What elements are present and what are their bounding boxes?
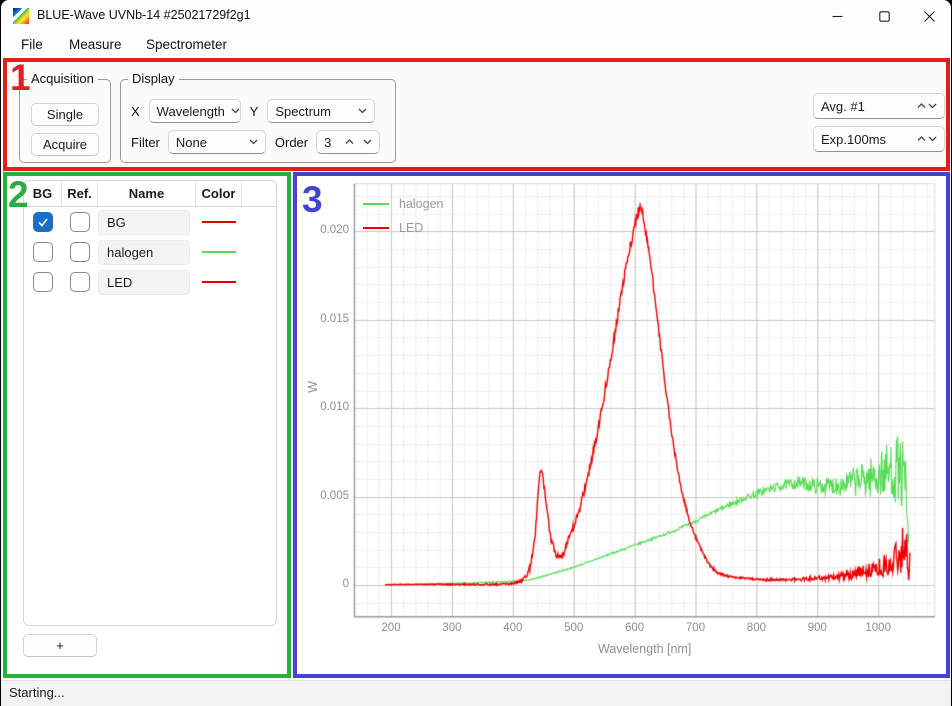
x-tick-label: 400	[493, 622, 533, 634]
x-tick-label: 1000	[858, 622, 898, 634]
close-button[interactable]	[906, 0, 951, 32]
header-ref: Ref.	[62, 181, 98, 206]
y-axis-label: Y	[250, 104, 259, 119]
chevron-up-icon	[917, 136, 926, 142]
minimize-icon	[832, 11, 843, 22]
y-tick-label: 0.005	[307, 490, 349, 502]
table-row: halogen	[24, 237, 276, 267]
ref-checkbox[interactable]	[70, 242, 90, 262]
chevron-down-icon	[928, 103, 937, 109]
filter-label: Filter	[131, 135, 160, 150]
y-tick-label: 0	[307, 578, 349, 590]
x-tick-label: 800	[736, 622, 776, 634]
bg-checkbox[interactable]	[33, 212, 53, 232]
annotation-number-2: 2	[8, 176, 29, 213]
chevron-down-icon	[363, 139, 372, 145]
table-row: BG	[24, 207, 276, 237]
legend-label: LED	[399, 221, 423, 235]
x-tick-label: 300	[432, 622, 472, 634]
order-stepper[interactable]: 3	[316, 130, 380, 154]
maximize-icon	[879, 11, 890, 22]
maximize-button[interactable]	[861, 0, 907, 32]
header-name: Name	[98, 181, 196, 206]
acquisition-group: Acquisition Single Acquire	[19, 79, 111, 163]
y-axis-select[interactable]: Spectrum	[267, 99, 375, 123]
name-field[interactable]: LED	[98, 270, 190, 295]
minimize-button[interactable]	[814, 0, 860, 32]
x-tick-label: 700	[676, 622, 716, 634]
menu-measure[interactable]: Measure	[65, 35, 126, 54]
name-field[interactable]: BG	[98, 210, 190, 235]
app-icon	[13, 8, 29, 24]
bg-checkbox[interactable]	[33, 272, 53, 292]
ref-checkbox[interactable]	[70, 212, 90, 232]
header-bg: BG	[24, 181, 62, 206]
acquire-button[interactable]: Acquire	[31, 133, 99, 156]
display-group: Display X Wavelength Y Spectrum Filter N…	[120, 79, 396, 163]
chevron-down-icon	[358, 108, 367, 114]
chevron-up-icon	[917, 103, 926, 109]
measurement-table: BG Ref. Name Color BG halogen LED	[23, 180, 277, 626]
close-icon	[924, 11, 935, 22]
ref-checkbox[interactable]	[70, 272, 90, 292]
x-axis-label: X	[131, 104, 140, 119]
legend-item: LED	[363, 216, 444, 240]
title-bar: BLUE-Wave UVNb-14 #25021729f2g1	[1, 0, 951, 32]
filter-select[interactable]: None	[168, 130, 266, 154]
region-acquisition-display: Acquisition Single Acquire Display X Wav…	[3, 58, 950, 171]
x-tick-label: 200	[371, 622, 411, 634]
trace-color-swatch[interactable]	[202, 281, 236, 283]
table-header: BG Ref. Name Color	[24, 181, 276, 207]
x-tick-label: 500	[554, 622, 594, 634]
status-bar: Starting...	[1, 680, 951, 706]
region-measurement-list: BG Ref. Name Color BG halogen LED	[3, 172, 291, 678]
name-field[interactable]: halogen	[98, 240, 190, 265]
app-window: BLUE-Wave UVNb-14 #25021729f2g1 File Mea…	[1, 0, 951, 706]
status-text: Starting...	[9, 685, 65, 700]
chevron-down-icon	[231, 108, 240, 114]
x-tick-label: 900	[797, 622, 837, 634]
trace-color-swatch[interactable]	[202, 221, 236, 223]
legend-swatch	[363, 203, 389, 205]
exposure-stepper[interactable]: Exp.100ms	[813, 126, 945, 152]
region-spectrum-chart: 00.0050.0100.0150.0202003004005006007008…	[293, 172, 950, 678]
display-group-label: Display	[128, 71, 179, 86]
legend-item: halogen	[363, 192, 444, 216]
single-button[interactable]: Single	[31, 103, 99, 126]
chevron-down-icon	[249, 139, 258, 145]
x-tick-label: 600	[615, 622, 655, 634]
averages-stepper[interactable]: Avg. #1	[813, 93, 945, 119]
annotation-number-3: 3	[302, 181, 323, 218]
y-tick-label: 0.015	[307, 313, 349, 325]
trace-color-swatch[interactable]	[202, 251, 236, 253]
y-axis-title: W	[306, 367, 320, 407]
chevron-up-icon	[345, 139, 354, 145]
menu-spectrometer[interactable]: Spectrometer	[142, 35, 231, 54]
legend-swatch	[363, 227, 389, 229]
legend-label: halogen	[399, 197, 444, 211]
check-icon	[37, 216, 49, 228]
annotation-number-1: 1	[10, 59, 31, 96]
menu-file[interactable]: File	[17, 35, 47, 54]
bg-checkbox[interactable]	[33, 242, 53, 262]
order-label: Order	[275, 135, 308, 150]
chart-legend: halogen LED	[363, 192, 444, 240]
x-axis-title: Wavelength [nm]	[545, 642, 745, 656]
header-color: Color	[196, 181, 242, 206]
x-axis-select[interactable]: Wavelength	[149, 99, 241, 123]
table-row: LED	[24, 267, 276, 297]
spectrum-plot[interactable]	[297, 176, 945, 674]
y-tick-label: 0.020	[307, 224, 349, 236]
menu-bar: File Measure Spectrometer	[1, 32, 951, 58]
acquisition-group-label: Acquisition	[27, 71, 98, 86]
chevron-down-icon	[928, 136, 937, 142]
add-measurement-button[interactable]: +	[23, 634, 97, 657]
window-title: BLUE-Wave UVNb-14 #25021729f2g1	[37, 8, 251, 22]
